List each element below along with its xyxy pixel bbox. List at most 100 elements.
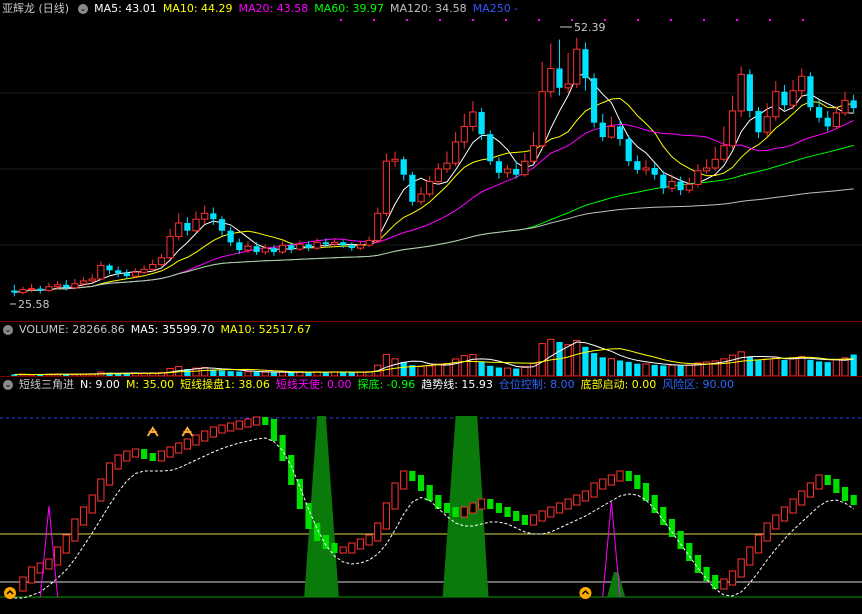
indicator-block (780, 506, 789, 522)
volume-bar (798, 356, 806, 376)
volume-bar (616, 360, 624, 376)
ma20-line (14, 120, 854, 293)
indicator-block (262, 417, 269, 425)
volume-panel-header: ⌄ VOLUME: 28266.86 MA5: 35599.70 MA10: 5… (0, 322, 317, 338)
candle-body (97, 264, 105, 280)
candle-body (28, 288, 36, 291)
buy-signal-icon (146, 426, 159, 437)
candle-body (79, 280, 88, 285)
candle-body (625, 139, 632, 162)
indicator-block (789, 498, 797, 514)
candle-body (642, 167, 650, 171)
candle-body (365, 239, 373, 246)
indicator-block (28, 566, 36, 584)
indicator-block (487, 499, 494, 509)
candle-body (175, 222, 183, 238)
ma60-line (14, 144, 854, 293)
indicator-chart[interactable] (0, 393, 862, 613)
volume-bar (824, 362, 831, 376)
bottom-start-icon (579, 587, 592, 599)
trend-legend: 趋势线: 15.93 (421, 378, 493, 391)
bottom-legend: 探底: -0.96 (357, 378, 416, 391)
candle-body (443, 162, 451, 170)
indicator-block (703, 567, 710, 581)
volume-bar (634, 363, 641, 376)
candle-body (824, 117, 831, 127)
signal-dot (472, 19, 474, 21)
indicator-block (227, 422, 235, 432)
ma250-legend: MA250 - (472, 2, 519, 15)
candle-body (253, 246, 260, 252)
indicator-block (88, 494, 96, 514)
candle-body (599, 122, 606, 138)
indicator-block (772, 514, 780, 530)
indicator-block (201, 430, 209, 442)
collapse-volume-button[interactable]: ⌄ (3, 325, 13, 335)
indicator-block (547, 506, 555, 518)
volume-bar (460, 355, 468, 376)
candle-body (400, 159, 407, 175)
volume-bar (677, 365, 684, 376)
volume-bar (642, 363, 650, 376)
indicator-guides (0, 417, 862, 598)
volume-bar (495, 367, 503, 376)
ma60-legend: MA60: 39.97 (314, 2, 384, 15)
indicator-block (754, 534, 763, 554)
volume-bar (590, 353, 598, 376)
indicator-block (435, 495, 442, 509)
ma5-legend: MA5: 43.01 (94, 2, 157, 15)
candle-body (763, 116, 771, 133)
volume-bar (668, 364, 676, 376)
candle-body (322, 242, 329, 245)
candle-body (11, 290, 18, 293)
indicator-block (339, 546, 347, 554)
indicator-block (529, 514, 538, 526)
volume-bar (807, 359, 814, 376)
indicator-block (409, 471, 416, 481)
candle-body (184, 223, 191, 231)
indicator-block (270, 419, 278, 441)
collapse-price-button[interactable]: ⌄ (78, 4, 89, 14)
position-legend: 仓位控制: 8.00 (498, 378, 575, 391)
indicator-block (426, 485, 433, 501)
indicator-block (841, 487, 849, 501)
volume-bar (755, 360, 762, 376)
candle-body (582, 49, 589, 79)
indicator-block (348, 542, 356, 554)
price-chart[interactable]: 52.39 25.58 (0, 17, 862, 321)
indicator-block (149, 453, 156, 461)
indicator-block (374, 522, 382, 542)
candle-body (746, 74, 753, 111)
candle-body (850, 100, 857, 109)
indicator-block (616, 470, 624, 482)
candle-body (288, 245, 295, 250)
candle-body (157, 257, 166, 266)
indicator-block (798, 490, 806, 506)
candle-body (244, 245, 252, 251)
candle-body (270, 248, 278, 252)
indicator-block (564, 498, 572, 510)
indicator-block (218, 424, 226, 434)
ma5-line (14, 72, 854, 293)
indicator-block (443, 503, 451, 513)
candle-body (677, 181, 684, 191)
candle-body (45, 286, 53, 292)
collapse-indicator-button[interactable]: ⌄ (3, 380, 13, 390)
indicator-block (694, 555, 702, 573)
indicator-block (296, 479, 303, 509)
ma10-legend: MA10: 44.29 (162, 2, 233, 15)
signal-dots (10, 19, 804, 305)
indicator-block (737, 558, 745, 578)
candlesticks (11, 37, 857, 297)
moving-averages (14, 72, 854, 293)
signal-dot (373, 19, 375, 21)
volume-bar (538, 343, 546, 376)
signal-dot (571, 19, 573, 21)
signal-dot (439, 19, 441, 21)
vol-ma10-legend: MA10: 52517.67 (220, 323, 312, 336)
candle-body (660, 174, 667, 189)
indicator-block (833, 479, 840, 493)
indicator-block (712, 575, 719, 589)
candle-body (538, 91, 546, 147)
volume-chart[interactable] (0, 338, 862, 376)
